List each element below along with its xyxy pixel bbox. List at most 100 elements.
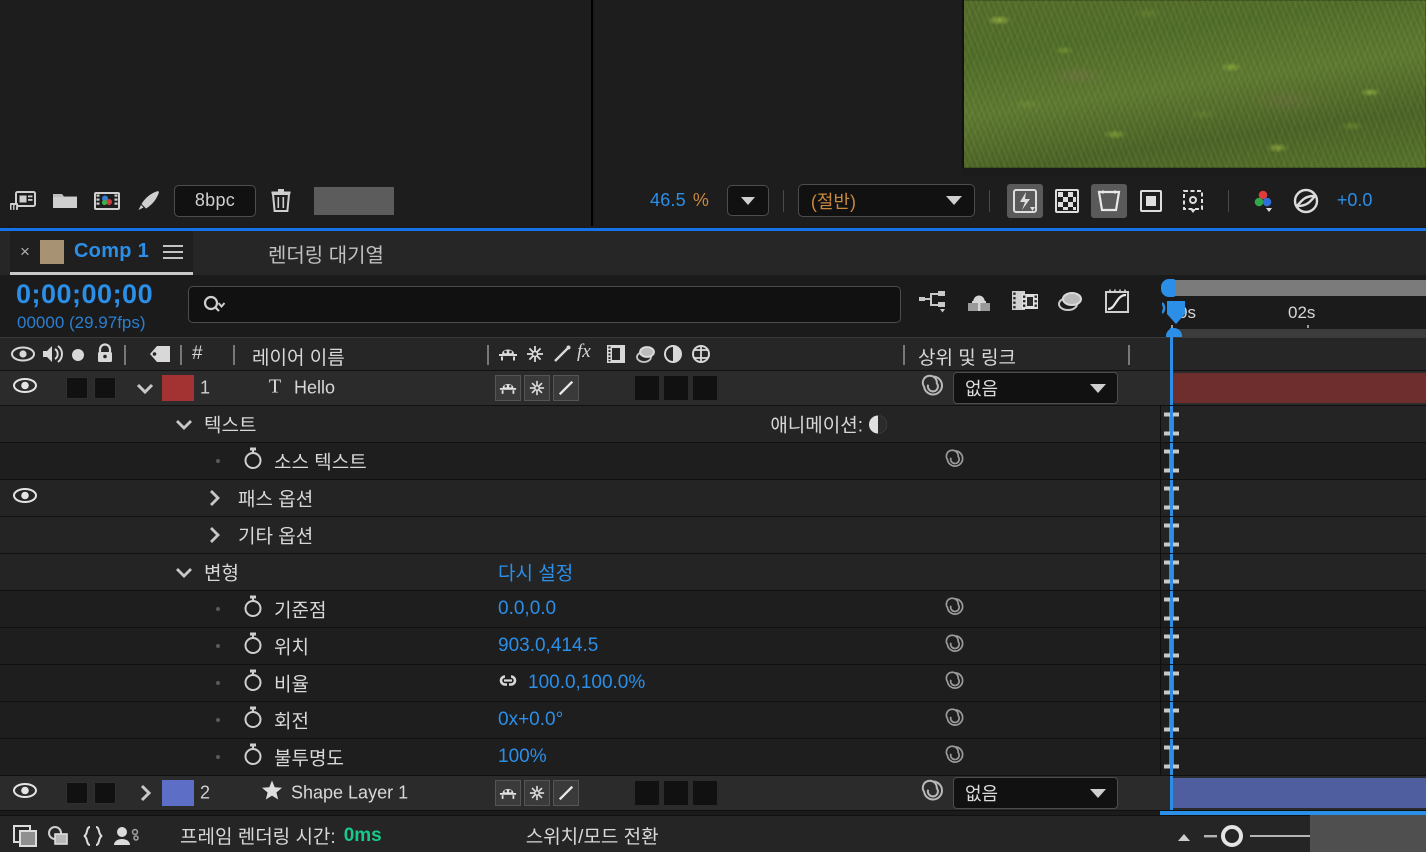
hide-shy-layers-icon[interactable]	[1010, 285, 1040, 317]
fast-previews-icon[interactable]	[1007, 184, 1043, 218]
exposure-value[interactable]: +0.0	[1337, 190, 1373, 211]
property-row-rotation[interactable]: 회전 0x+0.0°	[0, 702, 1426, 739]
toggle-switches-modes-icon[interactable]	[8, 821, 42, 851]
property-track[interactable]	[1160, 443, 1426, 479]
property-row-anchor-point[interactable]: 기준점 0.0,0.0	[0, 591, 1426, 628]
property-track[interactable]	[1160, 591, 1426, 627]
expression-pickwhip-icon[interactable]	[944, 596, 966, 623]
layer-expand-twirl[interactable]	[138, 783, 152, 803]
safe-zones-icon[interactable]	[1091, 184, 1127, 218]
layer-duration-bar[interactable]	[1170, 778, 1426, 808]
composition-viewer-canvas[interactable]	[962, 0, 1426, 168]
property-row-source-text[interactable]: 소스 텍스트	[0, 443, 1426, 480]
property-track[interactable]	[1160, 628, 1426, 664]
search-input[interactable]	[188, 286, 901, 323]
frame-blending-switch-icon[interactable]	[605, 343, 627, 365]
collapse-transformations-icon[interactable]	[525, 345, 545, 363]
switches-modes-label[interactable]: 스위치/모드 전환	[526, 822, 659, 849]
resolution-dropdown[interactable]: (절반)	[798, 184, 975, 217]
stopwatch-icon[interactable]	[242, 446, 264, 477]
layer-solo-toggle[interactable]	[94, 377, 116, 399]
layer-audio-toggle[interactable]	[66, 782, 88, 804]
property-value[interactable]: 0.0,0.0	[498, 598, 556, 620]
video-eye-icon[interactable]	[10, 344, 36, 364]
expression-pickwhip-icon[interactable]	[944, 707, 966, 734]
layer-audio-toggle[interactable]	[66, 377, 88, 399]
table-row[interactable]: 2 Shape Layer 1	[0, 776, 1426, 811]
layer-duration-bar[interactable]	[1170, 373, 1426, 403]
close-icon[interactable]: ×	[20, 243, 30, 260]
layer-expand-twirl[interactable]	[134, 380, 156, 396]
property-row-text[interactable]: 텍스트 애니메이션:	[0, 406, 1426, 443]
layer-label-color[interactable]	[162, 780, 194, 806]
layer-frameblend-switch[interactable]	[663, 780, 689, 806]
table-row[interactable]: 1 T Hello	[0, 371, 1426, 406]
layer-effects-switch[interactable]	[634, 780, 660, 806]
stopwatch-icon[interactable]	[242, 631, 264, 662]
solo-dot-icon[interactable]	[70, 347, 86, 363]
layer-visibility-toggle[interactable]	[12, 376, 38, 401]
adjustment-layer-icon[interactable]	[662, 344, 684, 364]
project-color-icon[interactable]	[90, 184, 124, 218]
parent-dropdown[interactable]: 없음	[953, 777, 1118, 809]
layer-solo-toggle[interactable]	[94, 782, 116, 804]
layer-effects-switch[interactable]	[634, 375, 660, 401]
layer-name[interactable]: Hello	[294, 378, 335, 399]
layer-motionblur-switch[interactable]	[692, 375, 718, 401]
layer-frameblend-switch[interactable]	[663, 375, 689, 401]
layer-label-color[interactable]	[162, 375, 194, 401]
constrain-proportions-chain-icon[interactable]	[496, 671, 520, 696]
panel-menu-icon[interactable]	[163, 245, 183, 259]
layer-collapse-switch[interactable]	[524, 375, 550, 401]
property-value[interactable]: 0x+0.0°	[498, 709, 563, 731]
quality-icon[interactable]	[552, 344, 572, 364]
text-animator-button[interactable]: 애니메이션:	[770, 411, 888, 438]
layer-collapse-switch[interactable]	[524, 780, 550, 806]
frame-blending-icon[interactable]	[1056, 285, 1086, 317]
center-viewer-canvas[interactable]	[595, 0, 962, 175]
layer-shy-switch[interactable]	[495, 780, 521, 806]
expression-pickwhip-icon[interactable]	[944, 448, 966, 475]
expression-braces-icon[interactable]	[76, 821, 110, 851]
property-value[interactable]: 100.0,100.0%	[528, 672, 645, 694]
twirl-down-icon[interactable]	[174, 417, 194, 431]
zoom-level-value[interactable]: 46.5	[650, 190, 686, 211]
lock-icon[interactable]	[94, 343, 116, 365]
property-track[interactable]	[1160, 554, 1426, 590]
layer-name[interactable]: Shape Layer 1	[291, 783, 408, 804]
motion-blur-status-icon[interactable]	[110, 821, 144, 851]
graph-editor-icon[interactable]	[1102, 285, 1132, 317]
property-row-more-options[interactable]: 기타 옵션	[0, 517, 1426, 554]
property-visibility-toggle[interactable]	[12, 486, 38, 511]
exposure-reset-icon[interactable]	[1288, 184, 1324, 218]
stopwatch-icon[interactable]	[242, 668, 264, 699]
property-value[interactable]: 903.0,414.5	[498, 635, 598, 657]
work-area-start-handle[interactable]	[1161, 279, 1176, 297]
layer-visibility-toggle[interactable]	[12, 781, 38, 806]
mask-paths-icon[interactable]	[1133, 184, 1169, 218]
twirl-right-icon[interactable]	[207, 488, 221, 508]
twirl-down-icon[interactable]	[174, 565, 194, 579]
rocket-icon[interactable]	[132, 184, 166, 218]
property-row-transform[interactable]: 변형 다시 설정	[0, 554, 1426, 591]
effects-fx-icon[interactable]: fx	[577, 341, 591, 363]
transform-reset-link[interactable]: 다시 설정	[498, 559, 573, 586]
motion-blur-icon[interactable]	[634, 344, 658, 364]
property-track[interactable]	[1160, 406, 1426, 442]
stopwatch-icon[interactable]	[242, 705, 264, 736]
expression-pickwhip-icon[interactable]	[944, 744, 966, 771]
property-track[interactable]	[1160, 480, 1426, 516]
property-track[interactable]	[1160, 665, 1426, 701]
left-viewer-canvas[interactable]	[0, 0, 593, 175]
layer-quality-switch[interactable]	[553, 375, 579, 401]
current-time-display[interactable]: 0;00;00;00	[16, 279, 153, 310]
region-of-interest-icon[interactable]	[1175, 184, 1211, 218]
parent-dropdown[interactable]: 없음	[953, 372, 1118, 404]
stopwatch-icon[interactable]	[242, 594, 264, 625]
comp-renderer-icon[interactable]	[42, 821, 76, 851]
stopwatch-icon[interactable]	[242, 742, 264, 773]
layer-timeline-track[interactable]	[1160, 776, 1426, 810]
property-value[interactable]: 100%	[498, 746, 547, 768]
work-area-bar-top[interactable]	[1172, 280, 1426, 296]
property-track[interactable]	[1160, 702, 1426, 738]
